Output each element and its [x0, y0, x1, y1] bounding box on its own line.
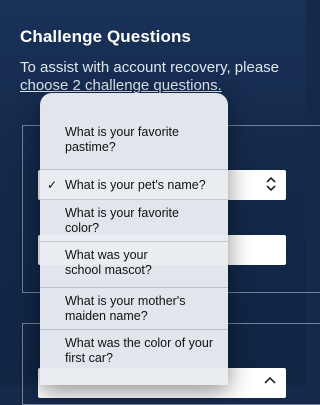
- menu-item-first-car-color[interactable]: What was the color of your first car?: [40, 329, 228, 385]
- menu-item-mothers-maiden-name[interactable]: What is your mother's maiden name?: [40, 287, 228, 329]
- menu-item-pets-name[interactable]: ✓ What is your pet's name?: [40, 169, 228, 199]
- menu-item-label: What is your favorite pastime?: [65, 125, 179, 154]
- subtitle-line-1: To assist with account recovery, please: [20, 59, 280, 76]
- page-subtitle: To assist with account recovery, please …: [20, 59, 300, 95]
- menu-item-favorite-pastime[interactable]: What is your favorite pastime?: [40, 93, 228, 154]
- checkmark-icon: ✓: [47, 178, 58, 192]
- menu-item-label: What was your school mascot?: [65, 248, 152, 277]
- menu-item-school-mascot[interactable]: What was your school mascot?: [40, 241, 228, 287]
- menu-item-label: What was the color of your first car?: [65, 336, 213, 365]
- chevron-up-down-icon: [266, 176, 276, 192]
- menu-item-label: What is your mother's maiden name?: [65, 294, 186, 323]
- page-title: Challenge Questions: [20, 27, 191, 46]
- menu-item-label: What is your favorite color?: [65, 206, 179, 235]
- question-dropdown-menu: What is your favorite pastime? ✓ What is…: [40, 93, 228, 385]
- menu-item-favorite-color[interactable]: What is your favorite color?: [40, 199, 228, 241]
- menu-item-label: What is your pet's name?: [65, 178, 206, 192]
